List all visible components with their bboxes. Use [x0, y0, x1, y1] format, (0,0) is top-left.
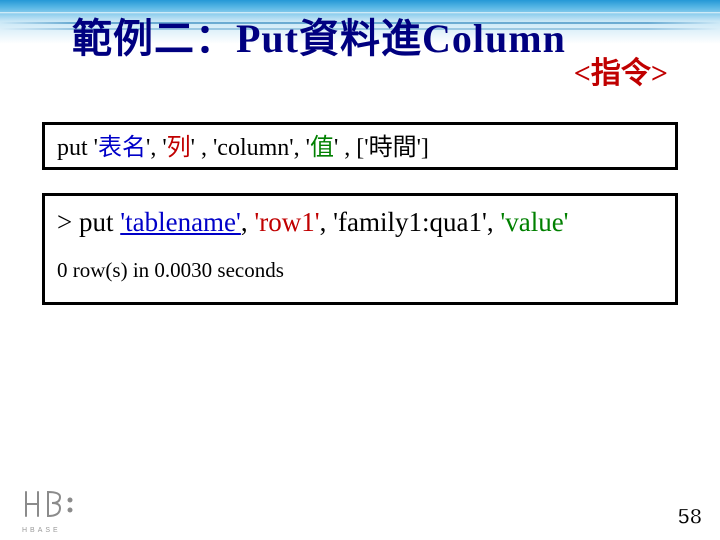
syntax-time: 時間: [369, 135, 417, 161]
quote: ': [334, 135, 344, 161]
sep: ,: [487, 207, 501, 237]
logo-label: HBASE: [22, 527, 61, 534]
example-result: 0 row(s) in 0.0030 seconds: [57, 258, 663, 283]
slide-title: 範例二：Put資料進Column: [72, 6, 566, 64]
syntax-opt-close: ']: [417, 135, 429, 161]
quote: ': [191, 135, 201, 161]
ex-tablename: 'tablename': [120, 207, 241, 237]
sep: ,: [201, 135, 213, 161]
syntax-box: put '表名', '列' , 'column', '值' , ['時間']: [42, 122, 678, 170]
syntax-cmd: put: [57, 135, 94, 161]
ex-column: 'family1:qua1': [333, 207, 487, 237]
hbase-logo: [20, 486, 82, 526]
sep: ,: [241, 207, 255, 237]
example-command: > put 'tablename', 'row1', 'family1:qua1…: [57, 204, 663, 240]
sep: ,: [150, 135, 162, 161]
page-number: 58: [678, 504, 702, 530]
slide-subtitle: <指令>: [574, 48, 668, 92]
sep: ,: [294, 135, 306, 161]
ex-row: 'row1': [254, 207, 319, 237]
syntax-opt-open: , [': [344, 135, 368, 161]
syntax-row: 列: [167, 135, 191, 161]
prompt: > put: [57, 207, 120, 237]
syntax-column: 'column': [213, 135, 294, 161]
syntax-value: 值: [310, 135, 334, 161]
syntax-tablename: 表名: [98, 135, 146, 161]
sep: ,: [320, 207, 334, 237]
example-box: > put 'tablename', 'row1', 'family1:qua1…: [42, 193, 678, 305]
ex-value: 'value': [500, 207, 568, 237]
